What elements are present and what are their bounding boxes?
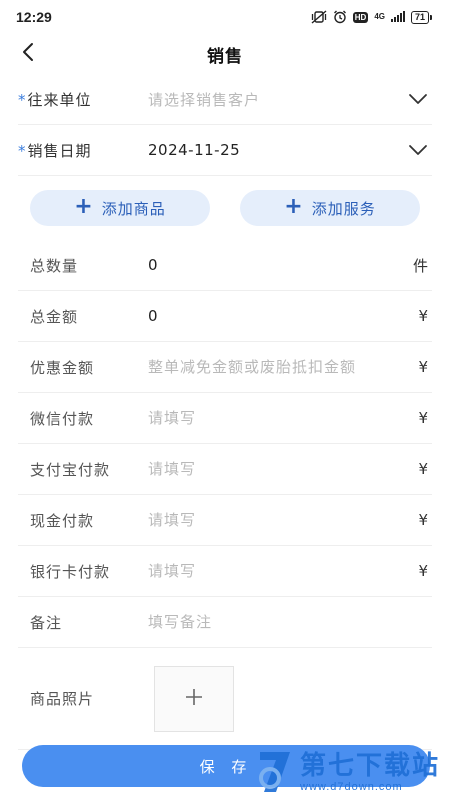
chevron-left-icon xyxy=(21,42,35,66)
bank-card-pay-input[interactable] xyxy=(148,562,404,580)
page-title: 销售 xyxy=(207,46,243,67)
plus-icon xyxy=(184,687,204,711)
currency-label: ¥ xyxy=(418,358,428,376)
alarm-icon xyxy=(333,10,347,24)
back-button[interactable] xyxy=(14,40,42,68)
cash-pay-label: 现金付款 xyxy=(30,511,95,530)
cash-pay-input[interactable] xyxy=(148,511,404,529)
remark-input[interactable] xyxy=(148,613,432,631)
total-amount-row: 总金额 0 ¥ xyxy=(18,291,432,342)
sale-date-select[interactable]: 2024-11-25 xyxy=(148,141,406,159)
unit-label: 件 xyxy=(412,256,428,275)
partner-row[interactable]: *往来单位 请选择销售客户 xyxy=(18,74,432,125)
sale-form: *往来单位 请选择销售客户 *销售日期 2024-11-25 + 添加商品 + … xyxy=(0,74,450,750)
alipay-row: 支付宝付款 ¥ xyxy=(18,444,432,495)
cash-pay-row: 现金付款 ¥ xyxy=(18,495,432,546)
vibrate-off-icon xyxy=(311,10,327,24)
hd-badge: HD xyxy=(352,11,369,23)
add-buttons-row: + 添加商品 + 添加服务 xyxy=(18,176,432,240)
plus-icon: + xyxy=(284,194,304,219)
partner-select[interactable]: 请选择销售客户 xyxy=(148,89,406,110)
network-label: 4G xyxy=(374,12,385,21)
wechat-pay-input[interactable] xyxy=(148,409,404,427)
sale-date-label: *销售日期 xyxy=(18,141,92,160)
status-icons: HD 4G 71 xyxy=(311,10,432,24)
remark-row: 备注 xyxy=(18,597,432,648)
product-photo-row: 商品照片 xyxy=(18,648,432,750)
status-time: 12:29 xyxy=(16,9,52,25)
plus-icon: + xyxy=(74,194,94,219)
signal-icon xyxy=(390,11,405,22)
chevron-down-icon[interactable] xyxy=(406,87,430,111)
product-photo-label: 商品照片 xyxy=(30,690,95,708)
bank-card-pay-label: 银行卡付款 xyxy=(30,562,111,581)
nav-bar: 销售 xyxy=(0,34,450,74)
watermark-logo-icon xyxy=(256,748,296,796)
alipay-label: 支付宝付款 xyxy=(30,460,111,479)
status-bar: 12:29 HD 4G 71 xyxy=(0,0,450,34)
discount-row: 优惠金额 ¥ xyxy=(18,342,432,393)
battery-icon: 71 xyxy=(410,10,432,24)
chevron-down-icon[interactable] xyxy=(406,138,430,162)
currency-label: ¥ xyxy=(418,562,428,580)
currency-label: ¥ xyxy=(418,460,428,478)
battery-level: 71 xyxy=(410,10,429,24)
add-photo-button[interactable] xyxy=(154,665,234,732)
remark-label: 备注 xyxy=(30,613,63,632)
bank-card-pay-row: 银行卡付款 ¥ xyxy=(18,546,432,597)
add-product-button[interactable]: + 添加商品 xyxy=(30,190,210,226)
watermark-brand: 第七下载站 xyxy=(300,751,441,781)
currency-label: ¥ xyxy=(418,307,428,325)
wechat-pay-label: 微信付款 xyxy=(30,409,95,428)
total-qty-row: 总数量 0 件 xyxy=(18,240,432,291)
total-amount-label: 总金额 xyxy=(30,307,79,326)
watermark: 第七下载站 www.d7down.com xyxy=(256,744,444,800)
watermark-url: www.d7down.com xyxy=(300,781,403,793)
total-amount-value: 0 xyxy=(148,307,159,325)
currency-label: ¥ xyxy=(418,409,428,427)
wechat-pay-row: 微信付款 ¥ xyxy=(18,393,432,444)
required-star: * xyxy=(18,141,27,160)
total-qty-value: 0 xyxy=(148,256,159,274)
alipay-input[interactable] xyxy=(148,460,404,478)
sale-date-row[interactable]: *销售日期 2024-11-25 xyxy=(18,125,432,176)
partner-label: *往来单位 xyxy=(18,90,92,109)
currency-label: ¥ xyxy=(418,511,428,529)
add-service-button[interactable]: + 添加服务 xyxy=(240,190,420,226)
discount-label: 优惠金额 xyxy=(30,358,95,377)
required-star: * xyxy=(18,90,27,109)
discount-input[interactable] xyxy=(148,358,404,376)
total-qty-label: 总数量 xyxy=(30,256,79,275)
